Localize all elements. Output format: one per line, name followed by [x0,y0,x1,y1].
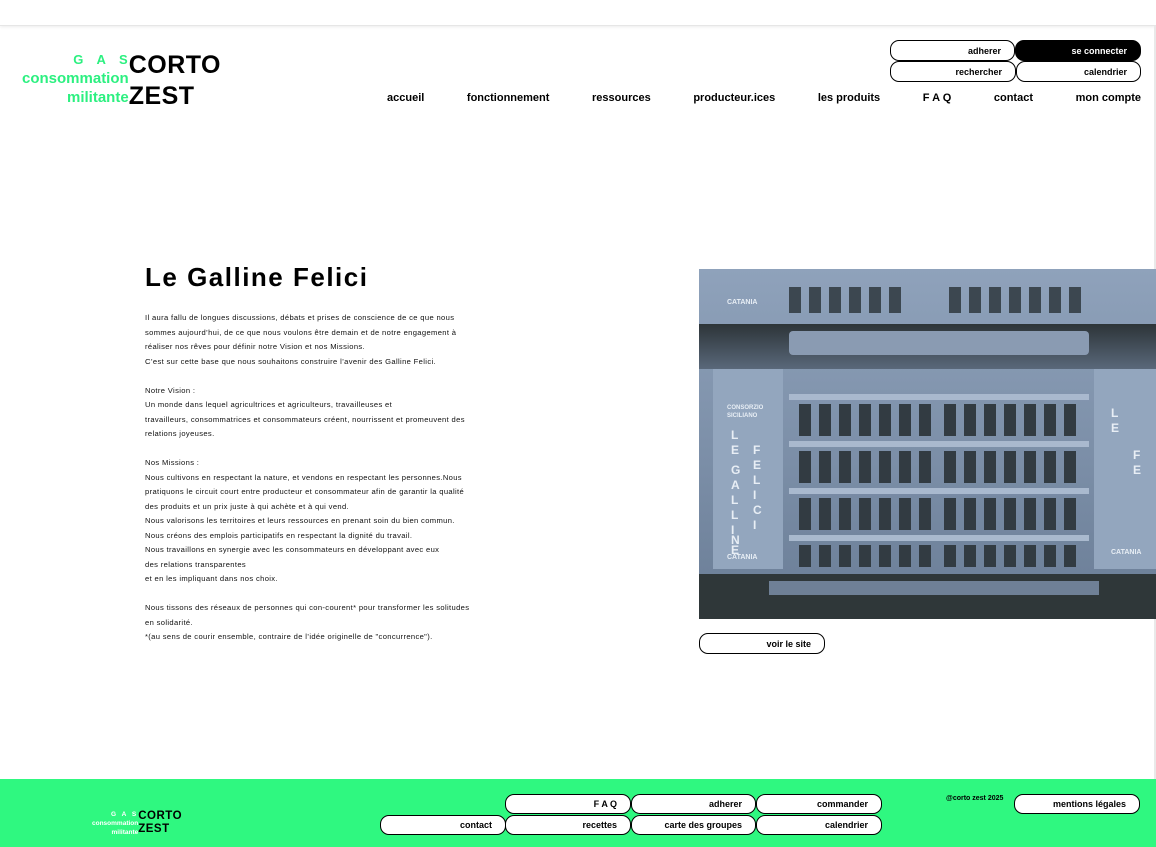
logo-tagline: G A S consommation militante [22,50,129,107]
description-line: Notre Vision : [145,385,196,395]
description-line: travailleurs, consommatrices et consomma… [145,414,465,424]
description-line: relations joyeuses. [145,429,215,438]
search-button[interactable]: rechercher [890,61,1016,82]
nav-mon-compte[interactable]: mon compte [1076,92,1141,104]
logo-gas: G A S [73,52,133,67]
footer-logo[interactable]: G A S consommation militante CORTO ZEST [92,810,182,837]
svg-text:I: I [753,488,756,502]
footer-recettes-link[interactable]: recettes [505,815,631,835]
mentions-legales-link[interactable]: mentions légales [1014,794,1140,814]
top-bar [0,0,1156,26]
main-nav: accueil fonctionnement ressources produc… [387,92,1141,104]
svg-text:F: F [1133,448,1140,462]
svg-text:E: E [1133,463,1141,477]
description-line: réaliser nos rêves pour définir notre Vi… [145,342,366,351]
footer-adherer-link[interactable]: adherer [631,794,756,814]
svg-text:L: L [1111,406,1118,420]
description-line: Nous cultivons en respectant la nature, … [145,472,462,482]
logo-wordmark: CORTO ZEST [129,50,221,112]
description-line: Nos Missions : [145,458,200,467]
footer-logo-militante: militante [111,829,139,836]
logo-militante: militante [67,89,129,106]
calendar-button[interactable]: calendrier [1016,61,1141,82]
description-line: pratiquons le circuit court entre produc… [145,487,465,496]
footer-logo-corto: CORTO [138,810,183,822]
description-line: Il aura fallu de longues discussions, dé… [145,313,455,322]
nav-produits[interactable]: les produits [818,92,880,104]
producer-photo: CONSORZIO SICILIANO LE GA LL IN E FE LI … [699,269,1156,619]
svg-text:L: L [731,508,738,522]
description-line: Nous tissons des réseaux de personnes qu… [145,603,470,612]
footer-calendrier-link[interactable]: calendrier [756,815,882,835]
page-title: Le Galline Felici [145,262,369,292]
svg-text:SICILIANO: SICILIANO [727,413,758,419]
site-logo[interactable]: G A S consommation militante CORTO ZEST [22,50,221,112]
description-line: en solidarité. [145,617,193,627]
description-line: Nous créons des emplois participatifs en… [145,530,413,540]
svg-text:I: I [753,518,756,532]
nav-contact[interactable]: contact [994,92,1033,104]
footer-logo-zest: ZEST [138,823,170,835]
footer-commander-link[interactable]: commander [756,794,882,814]
svg-text:A: A [731,478,740,492]
footer-faq-link[interactable]: F A Q [505,794,631,814]
svg-text:E: E [753,458,761,472]
svg-text:C: C [753,503,762,517]
footer-logo-consommation: consommation [92,820,139,827]
footer-carte-link[interactable]: carte des groupes [631,815,756,835]
svg-text:CATANIA: CATANIA [1111,549,1141,556]
description-line: des relations transparentes [145,559,247,569]
footer-logo-gas: G A S [111,811,139,818]
footer-logo-tagline: G A S consommation militante [92,810,138,837]
svg-text:F: F [753,443,760,457]
nav-accueil[interactable]: accueil [387,92,424,104]
svg-text:L: L [753,473,760,487]
description-line: C’est sur cette base que nous souhaitons… [145,356,436,366]
footer-logo-wordmark: CORTO ZEST [138,810,182,836]
svg-text:E: E [1111,421,1119,435]
description-line: Nous valorisons les territoires et leurs… [145,516,455,525]
footer-contact-link[interactable]: contact [380,815,506,835]
logo-corto: CORTO [128,51,222,79]
svg-text:CONSORZIO: CONSORZIO [727,405,764,411]
nav-faq[interactable]: F A Q [923,92,952,104]
svg-text:E: E [731,443,739,457]
visit-site-button[interactable]: voir le site [699,633,825,654]
description-line: *(au sens de courir ensemble, contraire … [145,632,433,641]
nav-producteurs[interactable]: producteur.ices [693,92,775,104]
adherer-button[interactable]: adherer [890,40,1015,61]
description-line: sommes aujourd’hui, de ce que nous voulo… [145,327,457,337]
logo-consommation: consommation [22,70,129,87]
svg-text:CATANIA: CATANIA [727,299,757,306]
crate-image: CONSORZIO SICILIANO LE GA LL IN E FE LI … [699,269,1156,619]
svg-text:L: L [731,428,738,442]
copyright: @corto zest 2025 [946,795,1004,802]
nav-fonctionnement[interactable]: fonctionnement [467,92,550,104]
login-button[interactable]: se connecter [1015,40,1141,61]
description-line: des produits et un prix juste à qui achè… [145,501,350,511]
svg-text:G: G [731,463,740,477]
description-line: Nous travaillons en synergie avec les co… [145,545,440,554]
svg-text:CATANIA: CATANIA [727,554,757,561]
description-line: Un monde dans lequel agricultrices et ag… [145,400,393,409]
producer-description: Il aura fallu de longues discussions, dé… [145,311,545,645]
logo-zest: ZEST [128,82,195,110]
nav-ressources[interactable]: ressources [592,92,651,104]
svg-text:L: L [731,493,738,507]
description-line: et en les impliquant dans nos choix. [145,574,278,583]
